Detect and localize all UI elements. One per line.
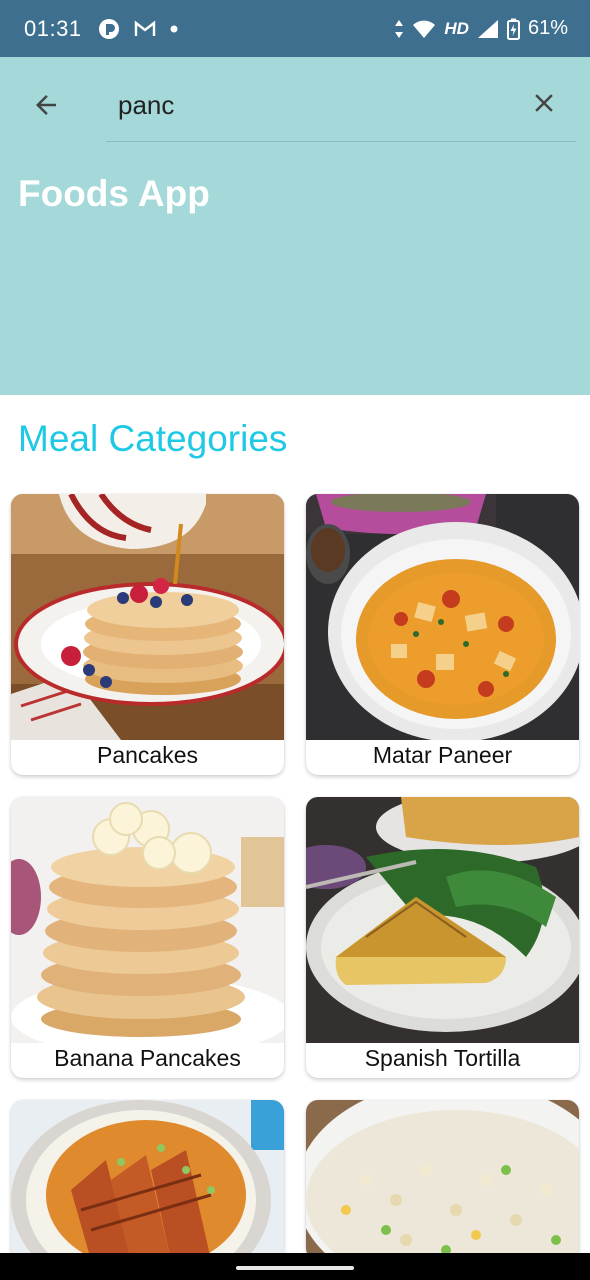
fried-rice-photo [306,1100,579,1260]
meal-card[interactable]: Spanish Tortilla [306,797,579,1078]
home-gesture-handle[interactable] [236,1266,354,1270]
system-icons: HD 61% [394,17,568,40]
meal-name: Pancakes [96,742,198,768]
chicken-rice-photo [11,1100,284,1260]
status-time: 01:31 [24,15,82,41]
dot-icon [170,25,178,33]
notification-icons [98,18,178,40]
meal-card[interactable]: Matar Paneer [306,494,579,775]
network-type: HD [444,18,469,38]
spanish-tortilla-photo [306,797,579,1043]
section-title: Meal Categories [18,418,288,459]
app-title: Foods App [18,173,210,214]
wifi-icon [412,19,436,39]
meal-name: Matar Paneer [372,742,513,768]
meal-card[interactable]: Banana Pancakes [11,797,284,1078]
signal-icon [477,19,499,39]
clear-search-button[interactable] [526,85,562,121]
gmail-icon [134,20,156,38]
search-underline [106,141,576,142]
battery-charging-icon [506,18,520,40]
arrow-left-icon [36,95,56,115]
meal-name: Banana Pancakes [54,1045,241,1071]
battery-level: 61% [527,17,568,39]
data-arrows-icon [394,19,404,39]
app-notification-icon [98,18,120,40]
app-header: Foods App [0,57,590,395]
status-bar: 01:31 HD 61% [0,0,590,57]
pancakes-photo [11,494,284,740]
meal-card[interactable] [11,1100,284,1260]
search-input[interactable] [106,79,526,131]
meal-card[interactable]: Pancakes [11,494,284,775]
back-button[interactable] [26,85,66,125]
close-icon [535,94,553,112]
matar-paneer-photo [306,494,579,740]
meal-card[interactable] [306,1100,579,1260]
system-navigation-bar [0,1253,590,1280]
meal-name: Spanish Tortilla [364,1045,521,1071]
banana-pancakes-photo [11,797,284,1043]
